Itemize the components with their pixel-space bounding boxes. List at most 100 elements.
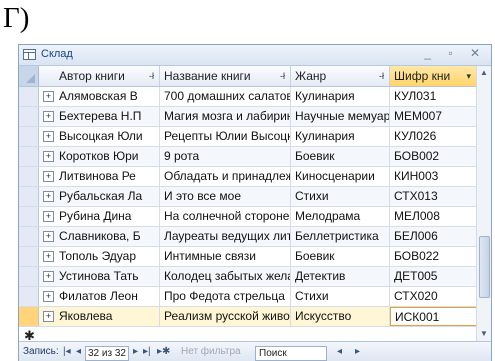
cell-code[interactable]: ИСК001 bbox=[390, 307, 477, 326]
cell-title[interactable]: На солнечной стороне bbox=[160, 207, 291, 226]
dropdown-arrow-icon[interactable]: ▾ bbox=[466, 66, 471, 86]
row-selector[interactable] bbox=[19, 307, 39, 326]
row-selector[interactable] bbox=[19, 127, 39, 146]
table-row[interactable]: +Славникова, БЛауреаты ведущих литерБелл… bbox=[19, 227, 477, 247]
cell-title[interactable]: Обладать и принадлежать bbox=[160, 167, 291, 186]
cell-code[interactable]: БОВ002 bbox=[390, 147, 477, 166]
table-row[interactable]: + Рубальская Ла И это все мое Стихи СТХ013 bbox=[19, 187, 477, 207]
row-selector[interactable] bbox=[19, 267, 39, 286]
cell-author[interactable]: Коротков Юри bbox=[55, 147, 160, 166]
window-controls[interactable]: _ ▫ ✕ bbox=[424, 46, 487, 60]
no-filter-indicator[interactable]: Нет фильтра bbox=[181, 346, 241, 357]
cell-title[interactable]: 700 домашних салатов bbox=[160, 87, 291, 106]
expand-icon[interactable]: + bbox=[43, 291, 54, 302]
cell-author[interactable]: Литвинова Ре bbox=[55, 167, 160, 186]
cell-author[interactable]: Яковлева bbox=[55, 307, 160, 326]
cell-code[interactable]: ДЕТ005 bbox=[390, 267, 477, 286]
select-all-corner[interactable] bbox=[19, 66, 39, 86]
cell-title[interactable]: Рецепты Юлии Высоцкой bbox=[160, 127, 291, 146]
column-header-author[interactable]: Автор книги -ł bbox=[55, 66, 160, 86]
cell-code[interactable]: КУЛ031 bbox=[390, 87, 477, 106]
cell-title[interactable]: Лауреаты ведущих литер bbox=[160, 227, 291, 246]
scroll-down-icon[interactable]: ▼ bbox=[477, 327, 491, 341]
cell-code[interactable]: БЕЛ006 bbox=[390, 227, 477, 246]
cell-title[interactable]: 9 рота bbox=[160, 147, 291, 166]
record-number-field[interactable]: 32 из 32 bbox=[85, 346, 129, 361]
filter-arrow-icon[interactable]: -ł bbox=[379, 66, 384, 86]
table-row[interactable]: +Высоцкая ЮлиРецепты Юлии ВысоцкойКулина… bbox=[19, 127, 477, 147]
prev-record-icon[interactable]: ◂ bbox=[76, 346, 81, 357]
cell-title[interactable]: Про Федота стрельца bbox=[160, 287, 291, 306]
column-header-code[interactable]: Шифр кни ▾ bbox=[390, 66, 477, 86]
next-record-icon[interactable]: ▸ bbox=[133, 346, 138, 357]
cell-code[interactable]: СТХ013 bbox=[390, 187, 477, 206]
cell-code[interactable]: СТХ020 bbox=[390, 287, 477, 306]
filter-arrow-icon[interactable]: -ł bbox=[149, 66, 154, 86]
row-selector[interactable] bbox=[19, 287, 39, 306]
cell-title[interactable]: Колодец забытых желаний bbox=[160, 267, 291, 286]
expand-icon[interactable]: + bbox=[43, 191, 54, 202]
cell-author[interactable]: Бехтерева Н.П bbox=[55, 107, 160, 126]
filter-arrow-icon[interactable]: -ł bbox=[280, 66, 285, 86]
table-row[interactable]: +ЯковлеваРеализм русской живописиИскусст… bbox=[19, 307, 477, 327]
new-record-button[interactable]: ▸✱ bbox=[157, 346, 170, 357]
cell-genre[interactable]: Стихи bbox=[291, 187, 390, 206]
table-row[interactable]: +Литвинова РеОбладать и принадлежатьКино… bbox=[19, 167, 477, 187]
cell-author[interactable]: Филатов Леон bbox=[55, 287, 160, 306]
cell-title[interactable]: Интимные связи bbox=[160, 247, 291, 266]
column-header-title[interactable]: Название книги -ł bbox=[160, 66, 291, 86]
table-row[interactable]: + Коротков Юри 9 рота Боевик БОВ002 bbox=[19, 147, 477, 167]
expand-icon[interactable]: + bbox=[43, 311, 54, 322]
expand-icon[interactable]: + bbox=[43, 91, 54, 102]
cell-author[interactable]: Тополь Эдуар bbox=[55, 247, 160, 266]
table-row[interactable]: + Алямовская В 700 домашних салатов Кулинар… bbox=[19, 87, 477, 107]
hscroll-left-icon[interactable]: ◂ bbox=[337, 346, 342, 357]
first-record-icon[interactable]: |◂ bbox=[63, 346, 71, 357]
cell-author[interactable]: Устинова Тать bbox=[55, 267, 160, 286]
cell-genre[interactable]: Беллетристика bbox=[291, 227, 390, 246]
row-selector[interactable] bbox=[19, 147, 39, 166]
cell-genre[interactable]: Детектив bbox=[291, 267, 390, 286]
expand-icon[interactable]: + bbox=[43, 171, 54, 182]
cell-title[interactable]: И это все мое bbox=[160, 187, 291, 206]
expand-icon[interactable]: + bbox=[43, 111, 54, 122]
cell-genre[interactable]: Мелодрама bbox=[291, 207, 390, 226]
table-row[interactable]: + Рубина Дина На солнечной стороне Мелодрам… bbox=[19, 207, 477, 227]
cell-genre[interactable]: Боевик bbox=[291, 147, 390, 166]
row-selector[interactable] bbox=[19, 167, 39, 186]
cell-author[interactable]: Рубальская Ла bbox=[55, 187, 160, 206]
cell-genre[interactable]: Кулинария bbox=[291, 127, 390, 146]
cell-author[interactable]: Высоцкая Юли bbox=[55, 127, 160, 146]
last-record-icon[interactable]: ▸| bbox=[143, 346, 151, 357]
row-selector[interactable] bbox=[19, 227, 39, 246]
cell-author[interactable]: Алямовская В bbox=[55, 87, 160, 106]
row-selector[interactable] bbox=[19, 207, 39, 226]
cell-title[interactable]: Реализм русской живописи bbox=[160, 307, 291, 326]
cell-code[interactable]: КУЛ026 bbox=[390, 127, 477, 146]
row-selector[interactable] bbox=[19, 87, 39, 106]
cell-genre[interactable]: Боевик bbox=[291, 247, 390, 266]
cell-author[interactable]: Рубина Дина bbox=[55, 207, 160, 226]
search-input[interactable]: Поиск bbox=[255, 346, 327, 361]
scroll-thumb[interactable] bbox=[479, 236, 490, 298]
cell-genre[interactable]: Кулинария bbox=[291, 87, 390, 106]
expand-icon[interactable]: + bbox=[43, 151, 54, 162]
cell-genre[interactable]: Научные мемуары bbox=[291, 107, 390, 126]
expand-icon[interactable]: + bbox=[43, 271, 54, 282]
cell-code[interactable]: КИН003 bbox=[390, 167, 477, 186]
row-selector[interactable] bbox=[19, 247, 39, 266]
table-row[interactable]: +Бехтерева Н.ПМагия мозга и лабиринтыНау… bbox=[19, 107, 477, 127]
table-row[interactable]: + Тополь Эдуар Интимные связи Боевик БОВ022 bbox=[19, 247, 477, 267]
row-selector[interactable] bbox=[19, 187, 39, 206]
cell-genre[interactable]: Киносценарии bbox=[291, 167, 390, 186]
table-row[interactable]: +Устинова ТатьКолодец забытых желанийДет… bbox=[19, 267, 477, 287]
column-header-genre[interactable]: Жанр -ł bbox=[291, 66, 390, 86]
cell-author[interactable]: Славникова, Б bbox=[55, 227, 160, 246]
cell-genre[interactable]: Стихи bbox=[291, 287, 390, 306]
scroll-up-icon[interactable]: ▲ bbox=[477, 66, 491, 80]
expand-icon[interactable]: + bbox=[43, 251, 54, 262]
cell-title[interactable]: Магия мозга и лабиринты bbox=[160, 107, 291, 126]
row-selector[interactable] bbox=[19, 107, 39, 126]
cell-genre[interactable]: Искусство bbox=[291, 307, 390, 326]
table-row[interactable]: + Филатов Леон Про Федота стрельца Стихи СТХ… bbox=[19, 287, 477, 307]
